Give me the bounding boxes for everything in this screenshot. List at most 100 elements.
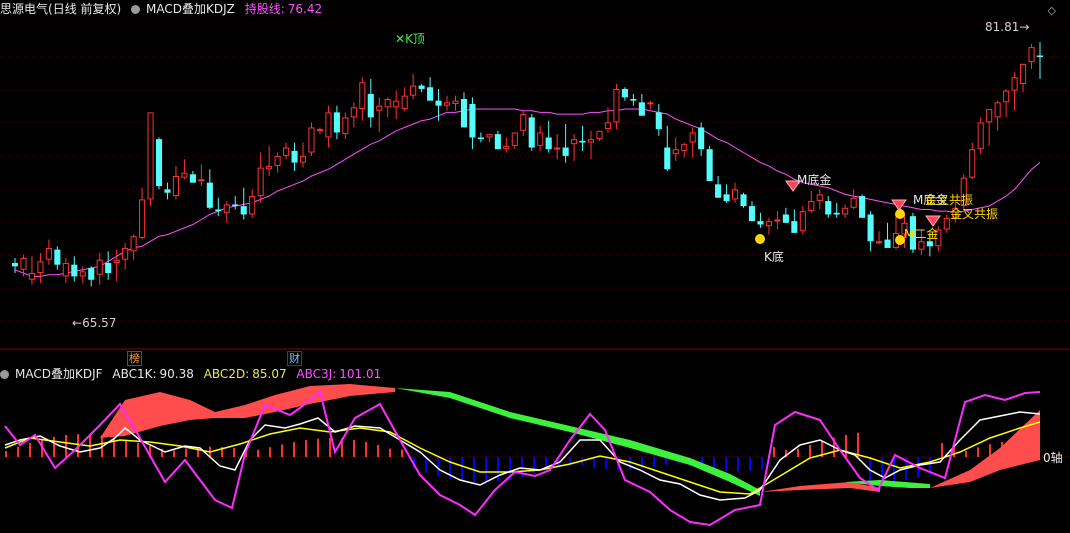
candle[interactable] [799,206,806,235]
candle[interactable] [147,112,154,207]
candle[interactable] [630,93,637,106]
candle[interactable] [587,130,595,160]
candle[interactable] [638,93,645,116]
candle[interactable] [969,142,976,180]
candle[interactable] [350,102,357,128]
candle[interactable] [731,182,739,203]
sub-indicator-settings-icon[interactable] [0,370,9,379]
candle[interactable] [37,252,44,284]
candle[interactable] [1028,43,1035,69]
candle[interactable] [740,192,747,208]
candle[interactable] [748,201,756,222]
candle[interactable] [994,100,1001,131]
candle[interactable] [299,142,307,168]
candle[interactable] [672,137,679,161]
candle[interactable] [325,105,332,148]
candle[interactable] [291,142,298,171]
candle[interactable] [1036,42,1044,79]
candle[interactable] [308,122,315,156]
candle[interactable] [96,252,103,285]
candle[interactable] [206,169,213,210]
candle[interactable] [283,142,290,160]
candle[interactable] [452,95,459,111]
candle[interactable] [316,127,324,135]
candle[interactable] [71,256,78,282]
candle[interactable] [977,117,984,155]
candle[interactable] [393,90,400,120]
candle[interactable] [198,164,205,187]
candle[interactable] [410,73,417,99]
candle[interactable] [774,211,781,230]
candle[interactable] [876,231,883,245]
candle[interactable] [884,222,891,248]
candle[interactable] [765,217,772,235]
candle[interactable] [105,251,112,280]
tag-bang[interactable]: 榜 [127,351,142,366]
candle[interactable] [342,112,349,140]
candle[interactable] [113,249,120,282]
candle[interactable] [850,189,857,210]
candle[interactable] [698,122,705,156]
candle[interactable] [647,100,654,110]
candle[interactable] [266,145,273,176]
candle[interactable] [596,130,603,141]
candle[interactable] [189,170,196,183]
sub-indicator-name[interactable]: MACD叠加KDJF [15,367,103,381]
candle[interactable] [842,204,849,218]
candle[interactable] [223,201,230,223]
candle[interactable] [257,152,264,203]
tag-cai[interactable]: 财 [287,351,302,366]
candle[interactable] [655,104,662,136]
candle[interactable] [376,97,383,133]
candle[interactable] [164,182,171,200]
candlestick-chart[interactable] [0,0,1070,350]
candle[interactable] [503,137,510,153]
candle[interactable] [706,145,713,181]
candle[interactable] [689,127,696,158]
candle[interactable] [571,134,578,161]
candle[interactable] [1020,63,1027,93]
candle[interactable] [681,142,688,158]
candle[interactable] [1011,72,1018,111]
candle[interactable] [28,256,35,285]
candle[interactable] [825,196,832,218]
candle[interactable] [562,124,569,163]
candle[interactable] [782,207,789,223]
candle[interactable] [528,114,535,151]
candle[interactable] [1003,88,1010,118]
candle[interactable] [986,109,993,146]
candle[interactable] [520,110,527,136]
candle[interactable] [808,191,815,213]
candle[interactable] [54,246,61,270]
candle[interactable] [435,88,442,121]
candle[interactable] [537,125,544,151]
candle[interactable] [715,175,722,198]
candle[interactable] [579,125,586,151]
candle[interactable] [155,137,163,190]
candle[interactable] [757,212,764,228]
candle[interactable] [494,130,501,150]
candle[interactable] [427,77,434,101]
candle[interactable] [460,92,468,128]
candle[interactable] [833,202,840,218]
candle[interactable] [867,211,874,252]
candle[interactable] [486,134,493,143]
candle[interactable] [401,87,408,111]
candle[interactable] [333,105,340,140]
candle[interactable] [791,209,798,233]
candle[interactable] [477,132,484,143]
candle[interactable] [249,189,256,218]
candle[interactable] [172,165,180,200]
candle[interactable] [62,257,69,284]
candle[interactable] [130,234,137,260]
candle[interactable] [215,197,222,217]
candle[interactable] [943,214,950,233]
candle[interactable] [88,266,95,287]
candle[interactable] [181,159,188,180]
candle[interactable] [859,194,866,218]
candle[interactable] [45,239,52,265]
candle[interactable] [418,83,425,93]
candle[interactable] [621,87,628,101]
candle[interactable] [122,242,129,270]
candle[interactable] [274,152,281,173]
